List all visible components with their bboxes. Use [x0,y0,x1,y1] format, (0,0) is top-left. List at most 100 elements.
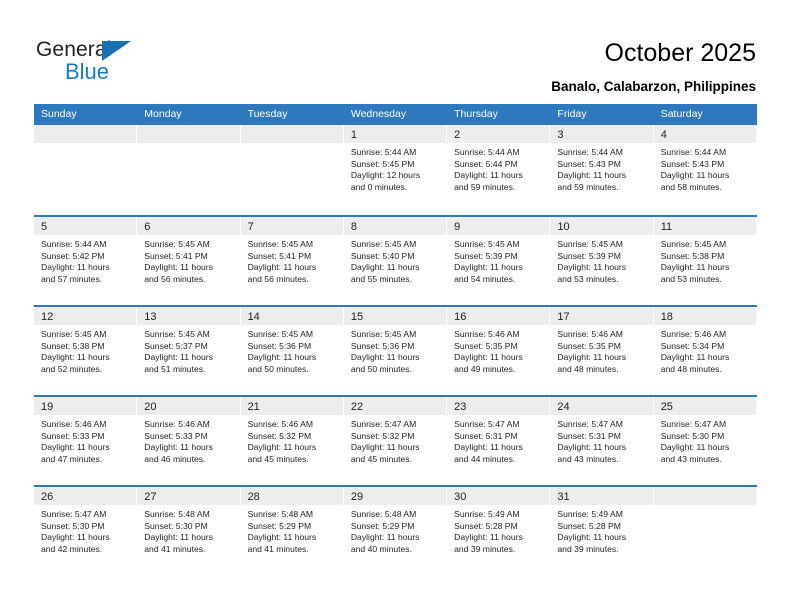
day-number-band [34,125,137,143]
day-number-band: 18 [653,307,756,325]
day-detail-line: Sunset: 5:39 PM [454,250,518,261]
day-number-band: 20 [137,397,240,415]
location-subtitle: Banalo, Calabarzon, Philippines [551,79,756,94]
calendar-day-cell[interactable]: 1 Sunrise: 5:44 AM Sunset: 5:45 PM Daylight… [343,125,448,215]
day-detail-line: Sunrise: 5:45 AM [350,239,417,249]
day-detail-line: Sunset: 5:29 PM [247,520,312,531]
day-detail-line: Daylight: 11 hours [144,262,213,273]
day-number: 14 [247,311,260,323]
calendar-day-cell[interactable]: 3 Sunrise: 5:44 AM Sunset: 5:43 PM Daylight… [550,125,654,215]
day-detail-line: Sunset: 5:43 PM [557,158,621,169]
day-detail-line: Sunset: 5:33 PM [41,430,105,441]
calendar-day-cell[interactable]: 5 Sunrise: 5:44 AM Sunset: 5:42 PM Daylight… [34,217,138,305]
day-number-band: 15 [343,307,447,325]
calendar-day-cell[interactable]: 10 Sunrise: 5:45 AM Sunset: 5:39 PM Dayligh… [550,217,654,305]
day-detail-text: Sunrise: 5:44 AM Sunset: 5:43 PM Daylight:… [654,143,756,193]
day-detail-text: Sunrise: 5:44 AM Sunset: 5:43 PM Daylight:… [550,143,652,193]
day-number: 1 [350,129,357,141]
day-detail-line: Sunset: 5:28 PM [557,520,621,531]
calendar-day-cell[interactable]: 20 Sunrise: 5:46 AM Sunset: 5:33 PM Dayligh… [137,397,241,485]
day-detail-line: and 57 minutes. [41,273,103,284]
day-detail-text: Sunrise: 5:47 AM Sunset: 5:30 PM Daylight:… [654,415,756,465]
day-number: 28 [247,491,260,503]
day-number-band [240,125,343,143]
day-detail-text: Sunrise: 5:46 AM Sunset: 5:35 PM Daylight:… [550,325,652,375]
calendar-day-cell[interactable]: 6 Sunrise: 5:45 AM Sunset: 5:41 PM Daylight… [137,217,241,305]
calendar-day-cell[interactable]: 19 Sunrise: 5:46 AM Sunset: 5:33 PM Dayligh… [34,397,138,485]
general-blue-logo[interactable]: General Blue [36,38,166,88]
calendar-day-cell[interactable]: 24 Sunrise: 5:47 AM Sunset: 5:31 PM Dayligh… [550,397,654,485]
day-detail-line: Sunrise: 5:47 AM [41,509,107,519]
calendar-day-cell[interactable]: 26 Sunrise: 5:47 AM Sunset: 5:30 PM Dayligh… [34,487,138,575]
calendar-day-cell[interactable]: 16 Sunrise: 5:46 AM Sunset: 5:35 PM Dayligh… [447,307,551,395]
day-detail-line: Daylight: 11 hours [454,532,523,543]
day-detail-line: Sunrise: 5:47 AM [557,419,623,429]
day-detail-line: Sunrise: 5:46 AM [557,329,623,339]
calendar-day-cell[interactable]: 12 Sunrise: 5:45 AM Sunset: 5:38 PM Dayligh… [34,307,138,395]
day-detail-line: and 55 minutes. [350,273,412,284]
day-number-band: 4 [653,125,756,143]
day-detail-line: Daylight: 11 hours [557,262,627,273]
day-detail-line: and 39 minutes. [454,543,516,554]
day-number-band: 8 [343,217,447,235]
calendar-day-cell[interactable]: 28 Sunrise: 5:48 AM Sunset: 5:29 PM Dayligh… [240,487,344,575]
calendar-day-cell[interactable]: 14 Sunrise: 5:45 AM Sunset: 5:36 PM Dayligh… [240,307,344,395]
calendar-day-cell[interactable]: 29 Sunrise: 5:48 AM Sunset: 5:29 PM Dayligh… [343,487,448,575]
day-detail-line: and 49 minutes. [454,363,516,374]
day-detail-line: Sunset: 5:28 PM [454,520,518,531]
day-detail-text: Sunrise: 5:45 AM Sunset: 5:41 PM Daylight:… [137,235,239,285]
day-detail-line: Sunset: 5:44 PM [454,158,518,169]
day-detail-text: Sunrise: 5:46 AM Sunset: 5:33 PM Daylight:… [34,415,136,465]
day-detail-line: Sunrise: 5:45 AM [247,329,314,339]
day-detail-text: Sunrise: 5:48 AM Sunset: 5:29 PM Daylight:… [241,505,343,555]
day-detail-line: Daylight: 11 hours [41,262,110,273]
day-detail-text: Sunrise: 5:45 AM Sunset: 5:36 PM Daylight:… [344,325,446,375]
calendar-day-cell[interactable]: 11 Sunrise: 5:45 AM Sunset: 5:38 PM Dayligh… [653,217,757,305]
day-detail-text: Sunrise: 5:45 AM Sunset: 5:37 PM Daylight:… [137,325,239,375]
day-detail-line: Daylight: 11 hours [350,352,420,363]
day-number-band: 13 [137,307,240,325]
day-number-band: 29 [343,487,447,505]
day-detail-line: Daylight: 11 hours [350,262,420,273]
calendar-day-cell[interactable]: 30 Sunrise: 5:49 AM Sunset: 5:28 PM Dayligh… [447,487,551,575]
calendar-day-cell[interactable]: 4 Sunrise: 5:44 AM Sunset: 5:43 PM Daylight… [653,125,757,215]
day-detail-line: Daylight: 11 hours [144,442,213,453]
calendar-week-row: 5 Sunrise: 5:44 AM Sunset: 5:42 PM Daylight… [34,215,757,305]
day-detail-line: Sunset: 5:45 PM [350,158,415,169]
calendar-day-cell[interactable]: 22 Sunrise: 5:47 AM Sunset: 5:32 PM Dayligh… [343,397,448,485]
calendar-weeks: 1 Sunrise: 5:44 AM Sunset: 5:45 PM Daylight… [34,125,757,575]
day-detail-line: Sunrise: 5:44 AM [454,147,520,157]
calendar-day-cell[interactable]: 9 Sunrise: 5:45 AM Sunset: 5:39 PM Daylight… [447,217,551,305]
calendar-page: General Blue October 2025 Banalo, Calaba… [0,0,792,612]
calendar-day-cell[interactable]: 27 Sunrise: 5:48 AM Sunset: 5:30 PM Dayligh… [137,487,241,575]
day-detail-line: Daylight: 11 hours [660,262,730,273]
calendar-day-cell[interactable]: 2 Sunrise: 5:44 AM Sunset: 5:44 PM Daylight… [447,125,551,215]
day-detail-text: Sunrise: 5:48 AM Sunset: 5:29 PM Daylight:… [344,505,446,555]
day-number-band: 1 [343,125,447,143]
calendar-day-cell[interactable]: 17 Sunrise: 5:46 AM Sunset: 5:35 PM Dayligh… [550,307,654,395]
day-detail-text: Sunrise: 5:45 AM Sunset: 5:38 PM Daylight:… [34,325,136,375]
day-detail-line: Sunset: 5:41 PM [247,250,312,261]
day-number: 21 [247,401,260,413]
day-detail-text: Sunrise: 5:45 AM Sunset: 5:36 PM Daylight:… [241,325,343,375]
day-number: 13 [144,311,157,323]
day-detail-line: and 45 minutes. [350,453,412,464]
calendar-day-cell[interactable]: 13 Sunrise: 5:45 AM Sunset: 5:37 PM Dayligh… [137,307,241,395]
day-number-band: 17 [550,307,653,325]
day-detail-line: Daylight: 11 hours [557,170,627,181]
calendar-day-cell[interactable]: 18 Sunrise: 5:46 AM Sunset: 5:34 PM Dayligh… [653,307,757,395]
day-detail-line: Daylight: 11 hours [660,170,730,181]
calendar-day-cell[interactable]: 23 Sunrise: 5:47 AM Sunset: 5:31 PM Dayligh… [447,397,551,485]
day-detail-line: and 59 minutes. [454,181,516,192]
calendar-day-cell[interactable]: 25 Sunrise: 5:47 AM Sunset: 5:30 PM Dayligh… [653,397,757,485]
calendar-day-cell[interactable]: 8 Sunrise: 5:45 AM Sunset: 5:40 PM Daylight… [343,217,448,305]
calendar-day-cell[interactable]: 7 Sunrise: 5:45 AM Sunset: 5:41 PM Daylight… [240,217,344,305]
day-detail-line: Sunrise: 5:46 AM [41,419,107,429]
day-number-band: 21 [240,397,343,415]
calendar-day-cell[interactable]: 15 Sunrise: 5:45 AM Sunset: 5:36 PM Dayligh… [343,307,448,395]
day-detail-text: Sunrise: 5:44 AM Sunset: 5:45 PM Daylight:… [344,143,446,193]
calendar-day-cell[interactable]: 21 Sunrise: 5:46 AM Sunset: 5:32 PM Dayligh… [240,397,344,485]
weekday-header-monday: Monday [144,108,182,120]
calendar-day-cell[interactable]: 31 Sunrise: 5:49 AM Sunset: 5:28 PM Dayligh… [550,487,654,575]
day-detail-line: Sunset: 5:30 PM [144,520,208,531]
